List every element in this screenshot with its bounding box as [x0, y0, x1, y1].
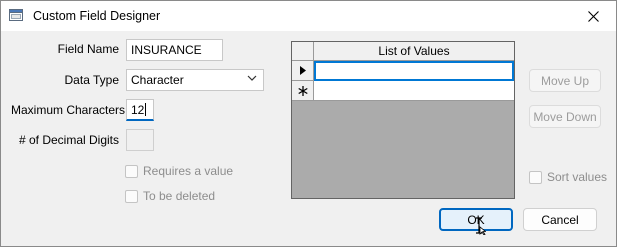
- requires-value-checkbox[interactable]: Requires a value: [125, 164, 233, 178]
- title-bar[interactable]: Custom Field Designer: [1, 1, 616, 31]
- maximum-characters-input[interactable]: 12: [126, 99, 154, 121]
- new-row-asterisk-icon: [297, 85, 308, 96]
- field-name-label: Field Name: [57, 42, 119, 56]
- chevron-down-icon: [247, 75, 257, 81]
- grid-corner-header[interactable]: [292, 42, 314, 61]
- close-icon: [587, 10, 599, 22]
- requires-value-checkbox-box: [125, 164, 138, 178]
- grid-cell-new-row[interactable]: [314, 81, 514, 101]
- field-name-input[interactable]: INSURANCE: [126, 39, 223, 61]
- requires-value-label: Requires a value: [143, 164, 234, 178]
- list-of-values-grid[interactable]: List of Values: [291, 41, 515, 199]
- text-caret: [145, 103, 147, 116]
- sort-values-checkbox-box: [529, 170, 542, 184]
- to-be-deleted-checkbox-box: [125, 189, 138, 203]
- maximum-characters-label: Maximum Characters: [11, 103, 126, 117]
- data-type-label: Data Type: [64, 73, 119, 87]
- window-app-icon: [9, 9, 23, 21]
- row-header-new[interactable]: [292, 81, 314, 101]
- decimal-digits-input[interactable]: [126, 129, 154, 151]
- text-select-cursor-icon: [476, 217, 486, 235]
- cancel-button[interactable]: Cancel: [523, 208, 597, 231]
- sort-values-checkbox[interactable]: Sort values: [529, 170, 607, 184]
- move-up-button[interactable]: Move Up: [529, 69, 601, 92]
- data-type-value: Character: [131, 73, 184, 87]
- data-type-select[interactable]: Character: [126, 69, 264, 91]
- sort-values-label: Sort values: [547, 170, 608, 184]
- decimal-digits-label: # of Decimal Digits: [18, 133, 119, 147]
- current-row-arrow-icon: [299, 66, 306, 75]
- list-of-values-column-header[interactable]: List of Values: [314, 42, 514, 61]
- to-be-deleted-checkbox[interactable]: To be deleted: [125, 189, 215, 203]
- row-header-current[interactable]: [292, 61, 314, 81]
- move-down-button[interactable]: Move Down: [529, 105, 601, 128]
- maximum-characters-value: 12: [131, 103, 145, 117]
- custom-field-designer-dialog: Custom Field Designer Field Name INSURAN…: [0, 0, 617, 247]
- close-button[interactable]: [570, 1, 616, 31]
- grid-cell-row-1[interactable]: [314, 61, 514, 81]
- to-be-deleted-label: To be deleted: [143, 189, 216, 203]
- window-title: Custom Field Designer: [33, 9, 161, 23]
